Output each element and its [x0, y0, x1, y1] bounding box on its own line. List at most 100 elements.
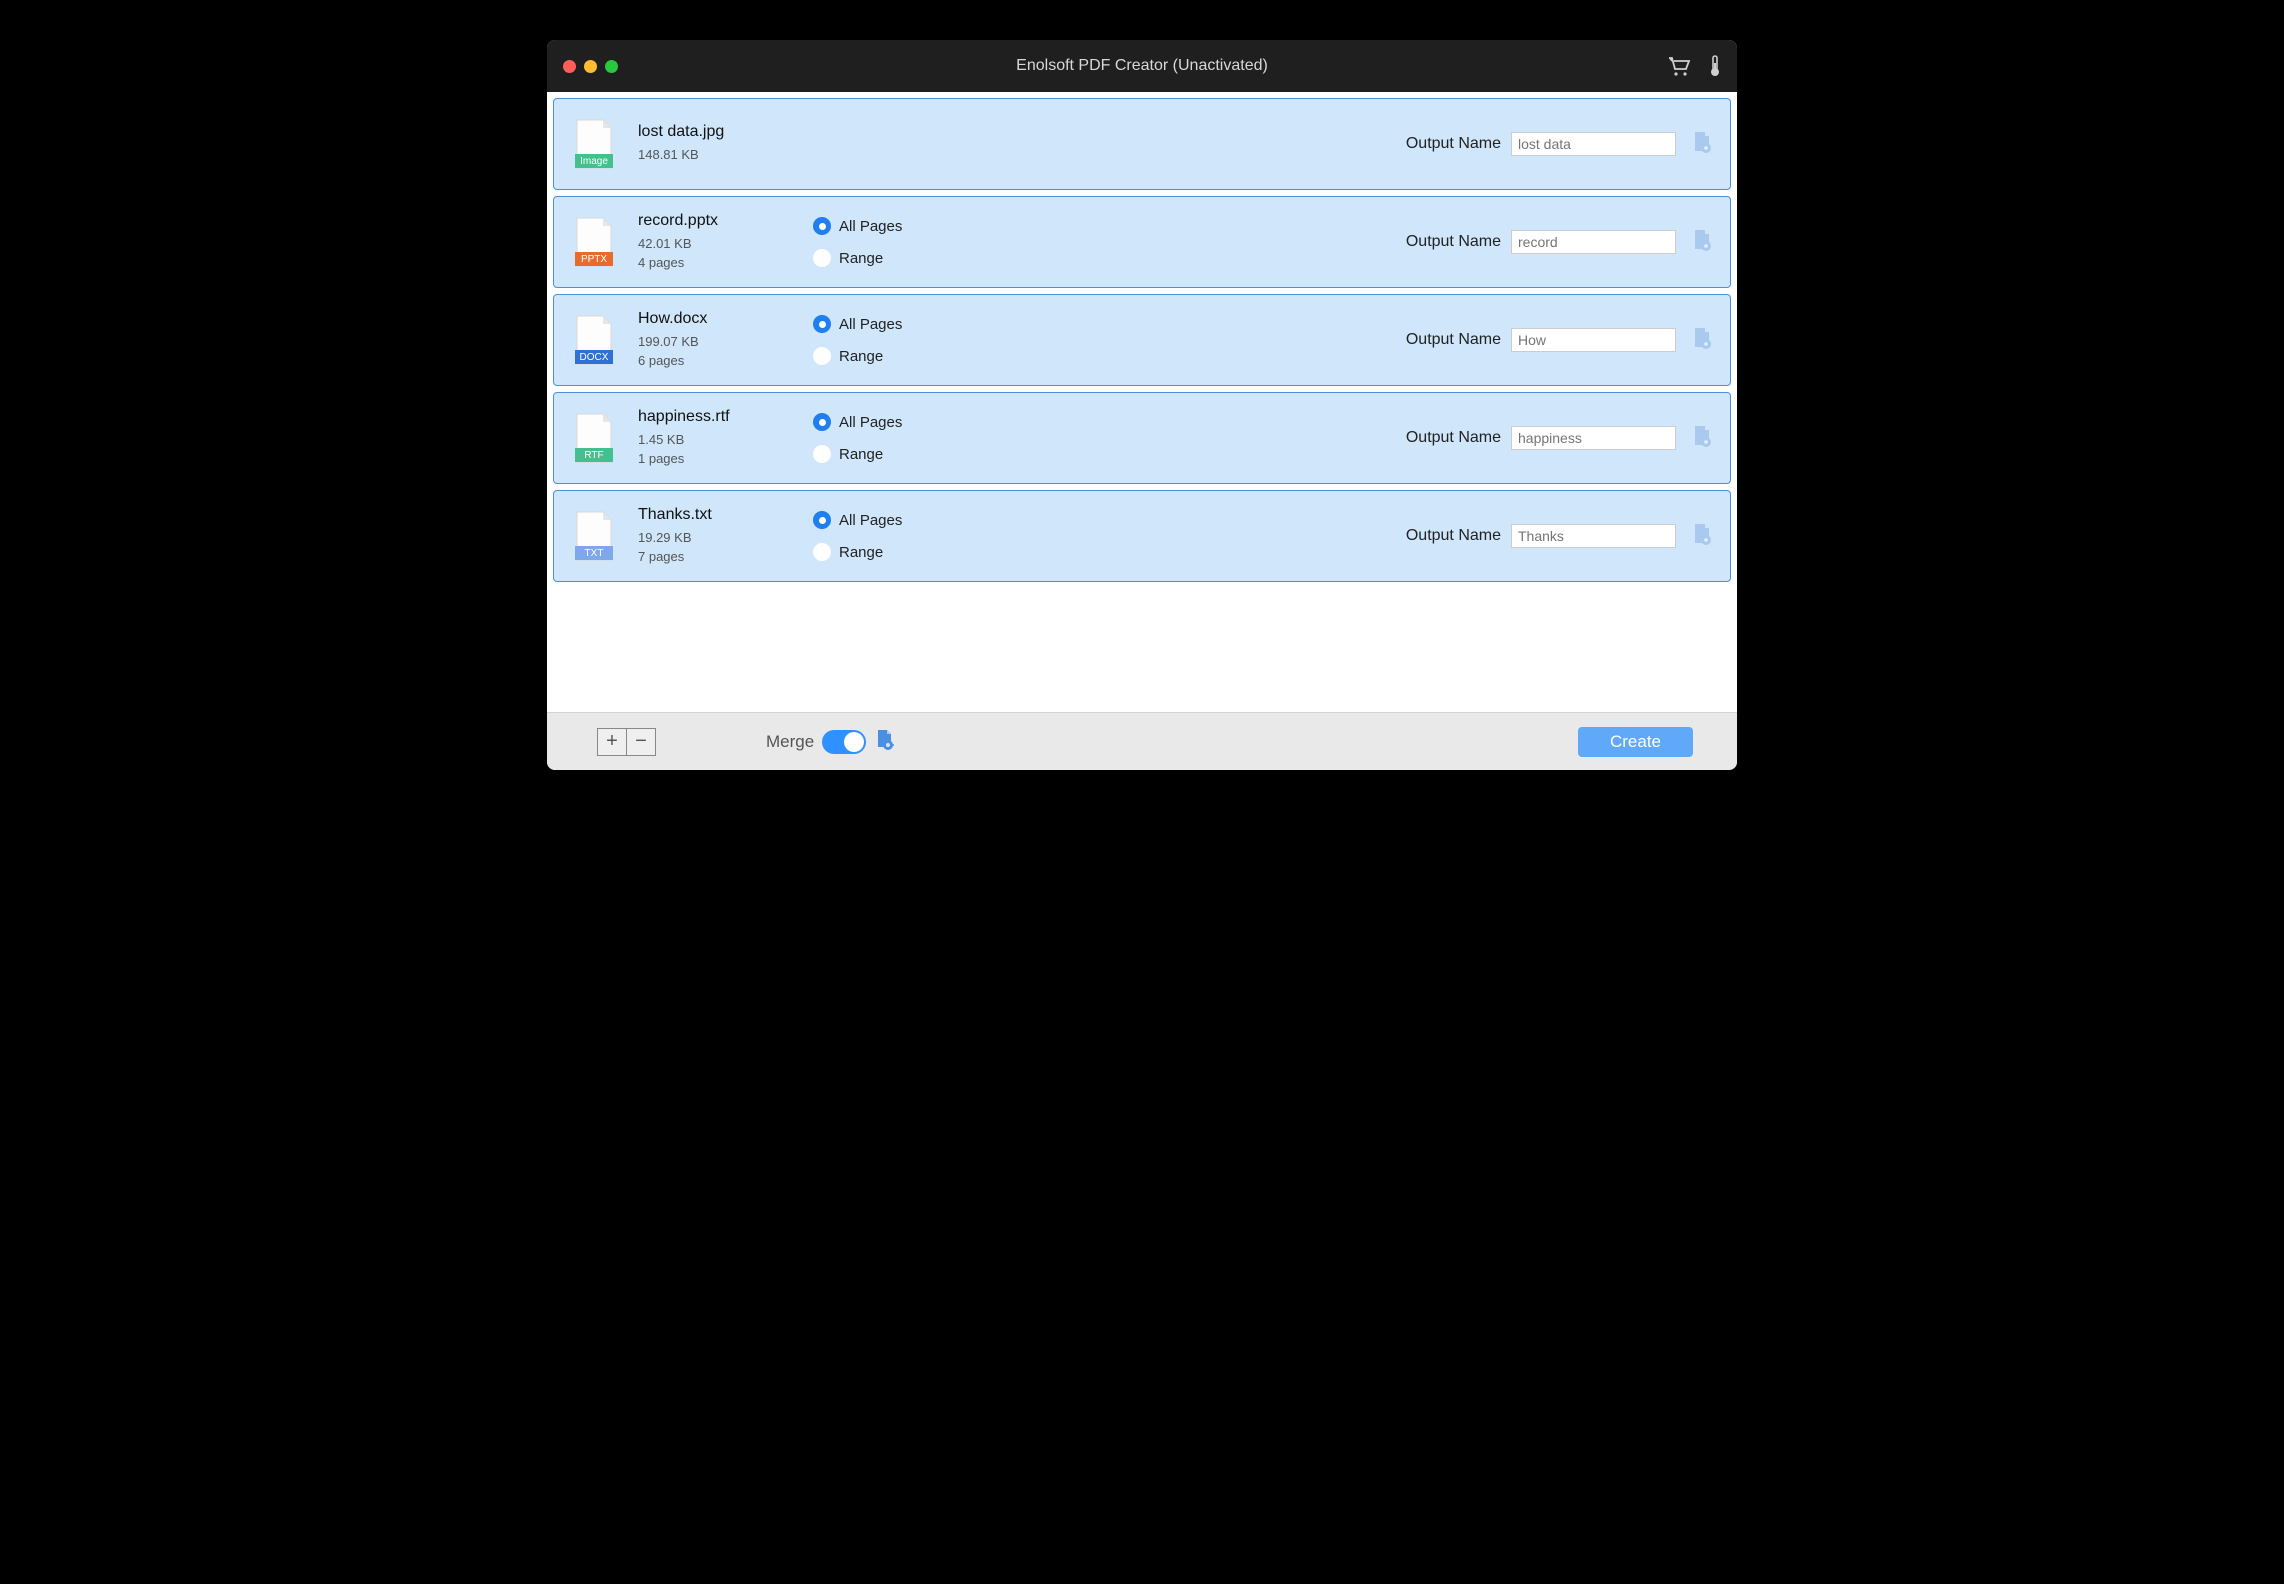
file-row[interactable]: DOCX How.docx 199.07 KB 6 pages All Page…	[553, 294, 1731, 386]
output-group: Output Name	[1406, 523, 1712, 550]
file-pages: 4 pages	[638, 253, 813, 273]
output-name-label: Output Name	[1406, 429, 1501, 447]
file-type-icon: TXT	[572, 510, 616, 562]
file-pages: 1 pages	[638, 449, 813, 469]
radio-indicator	[813, 445, 831, 463]
range-label: Range	[839, 446, 883, 463]
file-list: Image lost data.jpg 148.81 KB Output Nam…	[547, 92, 1737, 712]
output-group: Output Name	[1406, 425, 1712, 452]
merge-label: Merge	[766, 732, 814, 752]
range-option[interactable]: Range	[813, 249, 1063, 267]
minimize-window-button[interactable]	[584, 60, 597, 73]
all-pages-option[interactable]: All Pages	[813, 511, 1063, 529]
add-remove-group: + −	[597, 728, 656, 756]
all-pages-option[interactable]: All Pages	[813, 413, 1063, 431]
page-range-group: All Pages Range	[813, 315, 1063, 365]
file-type-icon: RTF	[572, 412, 616, 464]
file-name: How.docx	[638, 310, 813, 328]
file-info: record.pptx 42.01 KB 4 pages	[638, 212, 813, 273]
zoom-window-button[interactable]	[605, 60, 618, 73]
file-size: 148.81 KB	[638, 145, 813, 165]
file-row[interactable]: PPTX record.pptx 42.01 KB 4 pages All Pa…	[553, 196, 1731, 288]
merge-control: Merge	[766, 728, 894, 755]
file-settings-icon[interactable]	[1692, 131, 1712, 158]
radio-indicator	[813, 413, 831, 431]
svg-text:RTF: RTF	[584, 450, 603, 461]
range-label: Range	[839, 348, 883, 365]
output-name-input[interactable]	[1511, 426, 1676, 450]
output-name-label: Output Name	[1406, 233, 1501, 251]
range-option[interactable]: Range	[813, 445, 1063, 463]
file-type-icon: DOCX	[572, 314, 616, 366]
file-info: lost data.jpg 148.81 KB	[638, 123, 813, 165]
output-group: Output Name	[1406, 131, 1712, 158]
file-name: record.pptx	[638, 212, 813, 230]
file-settings-icon[interactable]	[1692, 229, 1712, 256]
svg-text:PPTX: PPTX	[581, 254, 607, 265]
file-name: lost data.jpg	[638, 123, 813, 141]
file-name: happiness.rtf	[638, 408, 813, 426]
titlebar: Enolsoft PDF Creator (Unactivated)	[547, 40, 1737, 92]
close-window-button[interactable]	[563, 60, 576, 73]
radio-indicator	[813, 315, 831, 333]
file-size: 19.29 KB	[638, 528, 813, 548]
output-name-input[interactable]	[1511, 524, 1676, 548]
create-button[interactable]: Create	[1578, 727, 1693, 757]
file-row[interactable]: Image lost data.jpg 148.81 KB Output Nam…	[553, 98, 1731, 190]
file-row[interactable]: RTF happiness.rtf 1.45 KB 1 pages All Pa…	[553, 392, 1731, 484]
output-group: Output Name	[1406, 327, 1712, 354]
file-name: Thanks.txt	[638, 506, 813, 524]
file-info: Thanks.txt 19.29 KB 7 pages	[638, 506, 813, 567]
svg-text:DOCX: DOCX	[580, 352, 609, 363]
svg-text:Image: Image	[580, 156, 608, 167]
range-option[interactable]: Range	[813, 543, 1063, 561]
file-settings-icon[interactable]	[1692, 327, 1712, 354]
svg-text:TXT: TXT	[585, 548, 604, 559]
file-info: How.docx 199.07 KB 6 pages	[638, 310, 813, 371]
output-name-input[interactable]	[1511, 328, 1676, 352]
radio-indicator	[813, 511, 831, 529]
output-group: Output Name	[1406, 229, 1712, 256]
radio-indicator	[813, 543, 831, 561]
file-row[interactable]: TXT Thanks.txt 19.29 KB 7 pages All Page…	[553, 490, 1731, 582]
range-option[interactable]: Range	[813, 347, 1063, 365]
all-pages-label: All Pages	[839, 512, 902, 529]
app-window: Enolsoft PDF Creator (Unactivated)	[547, 40, 1737, 770]
page-range-group: All Pages Range	[813, 217, 1063, 267]
page-range-group: All Pages Range	[813, 511, 1063, 561]
file-size: 1.45 KB	[638, 430, 813, 450]
all-pages-label: All Pages	[839, 218, 902, 235]
all-pages-option[interactable]: All Pages	[813, 315, 1063, 333]
file-info: happiness.rtf 1.45 KB 1 pages	[638, 408, 813, 469]
window-title: Enolsoft PDF Creator (Unactivated)	[547, 57, 1737, 75]
all-pages-label: All Pages	[839, 414, 902, 431]
radio-indicator	[813, 249, 831, 267]
file-type-icon: PPTX	[572, 216, 616, 268]
all-pages-label: All Pages	[839, 316, 902, 333]
file-settings-icon[interactable]	[1692, 425, 1712, 452]
file-pages: 7 pages	[638, 547, 813, 567]
output-name-input[interactable]	[1511, 230, 1676, 254]
output-name-label: Output Name	[1406, 331, 1501, 349]
footer-bar: + − Merge Cr	[547, 712, 1737, 770]
range-label: Range	[839, 544, 883, 561]
all-pages-option[interactable]: All Pages	[813, 217, 1063, 235]
merge-settings-icon[interactable]	[874, 728, 894, 755]
window-controls	[563, 60, 618, 73]
file-type-icon: Image	[572, 118, 616, 170]
thermometer-icon[interactable]	[1709, 55, 1721, 77]
merge-toggle[interactable]	[822, 730, 866, 754]
radio-indicator	[813, 347, 831, 365]
file-pages: 6 pages	[638, 351, 813, 371]
output-name-input[interactable]	[1511, 132, 1676, 156]
output-name-label: Output Name	[1406, 135, 1501, 153]
file-size: 199.07 KB	[638, 332, 813, 352]
cart-icon[interactable]	[1667, 55, 1691, 77]
file-settings-icon[interactable]	[1692, 523, 1712, 550]
file-size: 42.01 KB	[638, 234, 813, 254]
remove-file-button[interactable]: −	[626, 728, 656, 756]
page-range-group: All Pages Range	[813, 413, 1063, 463]
radio-indicator	[813, 217, 831, 235]
output-name-label: Output Name	[1406, 527, 1501, 545]
add-file-button[interactable]: +	[597, 728, 627, 756]
